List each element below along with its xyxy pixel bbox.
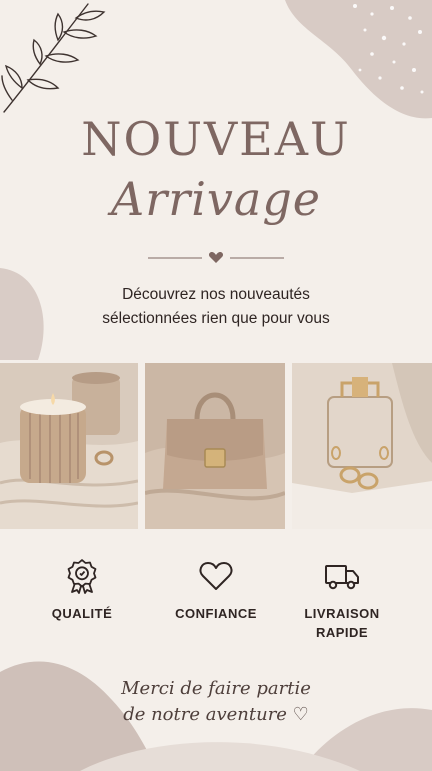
page-subtitle: Arrivage xyxy=(111,172,321,226)
intro-line-1: Découvrez nos nouveautés xyxy=(122,286,310,303)
heart-divider xyxy=(148,251,284,263)
feature-delivery: LIVRAISON RAPIDE xyxy=(270,558,414,642)
intro-text: Découvrez nos nouveautés sélectionnées r… xyxy=(0,283,432,331)
feature-delivery-label: LIVRAISON RAPIDE xyxy=(270,604,414,642)
heart-icon xyxy=(208,251,224,263)
features-row: QUALITÉ CONFIANCE LIVRAISON RAPIDE xyxy=(0,558,432,648)
thank-you-message: Merci de faire partie de notre aventure … xyxy=(0,676,432,728)
thank-you-line-1: Merci de faire partie xyxy=(121,678,311,699)
feature-quality-label: QUALITÉ xyxy=(51,606,113,621)
feature-trust-label: CONFIANCE xyxy=(175,606,257,621)
feature-trust: CONFIANCE xyxy=(144,558,288,623)
page-title: NOUVEAU xyxy=(81,112,351,166)
heart-outline-icon xyxy=(199,562,233,590)
thank-you-line-2: de notre aventure ♡ xyxy=(123,704,309,725)
intro-line-2: sélectionnées rien que pour vous xyxy=(102,310,330,327)
branch-decoration xyxy=(1,3,106,113)
feature-quality: QUALITÉ xyxy=(10,558,154,623)
feature-delivery-label-line-1: LIVRAISON xyxy=(304,606,380,621)
delivery-truck-icon xyxy=(325,565,359,590)
handbag-photo xyxy=(145,363,285,529)
candle-photo xyxy=(0,363,138,529)
feature-delivery-label-line-2: RAPIDE xyxy=(315,625,369,640)
jewelry-photo xyxy=(292,363,432,529)
award-badge-icon xyxy=(67,559,97,594)
